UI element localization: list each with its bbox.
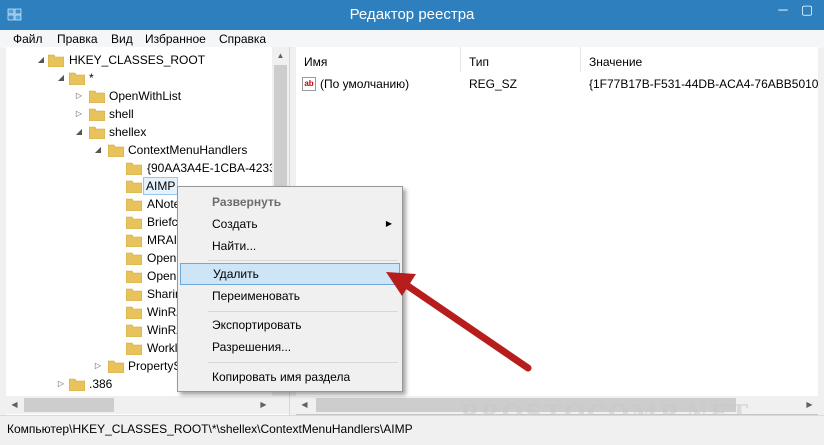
tree-label: ContextMenuHandlers <box>128 143 248 157</box>
tree-node-contextmenuhandlers[interactable]: ◢ ContextMenuHandlers <box>6 141 276 159</box>
tree-node-guid[interactable]: {90AA3A4E-1CBA-4233- <box>6 159 280 177</box>
menu-file[interactable]: Файл <box>13 31 43 47</box>
scroll-right-arrow-icon[interactable]: ▶ <box>801 396 818 414</box>
menu-help[interactable]: Справка <box>219 31 266 47</box>
menu-item-copy-key-name[interactable]: Копировать имя раздела <box>180 366 400 388</box>
submenu-arrow-icon: ▶ <box>385 219 392 228</box>
tree-label: MRAI <box>147 233 177 247</box>
value-data: {1F77B17B-F531-44DB-ACA4-76ABB5010A2 <box>589 77 818 91</box>
folder-icon <box>48 54 64 67</box>
folder-icon <box>126 252 142 265</box>
scroll-thumb[interactable] <box>24 398 114 412</box>
red-arrow-icon <box>386 272 532 372</box>
folder-icon <box>126 342 142 355</box>
menu-item-label: Создать <box>212 217 258 231</box>
column-header-type[interactable]: Тип <box>461 47 581 72</box>
folder-icon <box>126 306 142 319</box>
menu-separator <box>208 260 398 261</box>
menu-favorites[interactable]: Избранное <box>145 31 206 47</box>
tree-label: HKEY_CLASSES_ROOT <box>69 53 206 67</box>
window-title: Редактор реестра <box>349 6 475 23</box>
menu-item-rename[interactable]: Переименовать <box>180 285 400 307</box>
maximize-button[interactable]: ▢ <box>796 0 818 21</box>
folder-icon <box>126 270 142 283</box>
status-path: Компьютер\HKEY_CLASSES_ROOT\*\shellex\Co… <box>7 422 413 436</box>
folder-icon <box>126 216 142 229</box>
minimize-button[interactable]: ─ <box>770 0 796 21</box>
menu-separator <box>208 311 398 312</box>
menu-item-create[interactable]: Создать ▶ <box>180 213 400 235</box>
folder-icon <box>126 234 142 247</box>
scroll-right-arrow-icon[interactable]: ▶ <box>255 396 272 414</box>
menu-item-permissions[interactable]: Разрешения... <box>180 336 400 358</box>
title-bar: Редактор реестра ─ ▢ <box>0 0 824 30</box>
menu-item-delete[interactable]: Удалить <box>180 263 400 285</box>
folder-icon <box>69 378 85 391</box>
tree-label: .386 <box>89 377 113 391</box>
folder-icon <box>126 162 142 175</box>
tree-label: shellex <box>109 125 147 139</box>
folder-icon <box>89 90 105 103</box>
tree-node-star[interactable]: ◢ * <box>6 69 276 87</box>
folder-icon <box>126 324 142 337</box>
expand-icon[interactable]: ▷ <box>93 357 103 375</box>
menu-separator <box>208 362 398 363</box>
status-bar: Компьютер\HKEY_CLASSES_ROOT\*\shellex\Co… <box>0 415 824 445</box>
tree-label: OpenWithList <box>109 89 182 103</box>
tree-label: PropertyS <box>128 359 182 373</box>
collapse-icon[interactable]: ◢ <box>74 123 84 141</box>
tree-label: Briefc <box>147 215 178 229</box>
scroll-up-arrow-icon[interactable]: ▲ <box>272 47 289 64</box>
collapse-icon[interactable]: ◢ <box>56 69 66 87</box>
expand-icon[interactable]: ▷ <box>74 87 84 105</box>
tree-label-selected: AIMP <box>143 177 179 195</box>
menu-view[interactable]: Вид <box>111 31 133 47</box>
tree-horizontal-scrollbar[interactable]: ◀ ▶ <box>6 396 272 414</box>
value-type: REG_SZ <box>469 77 518 91</box>
table-row[interactable]: (По умолчанию) REG_SZ {1F77B17B-F531-44D… <box>296 75 818 93</box>
tree-label: Workl <box>147 341 178 355</box>
menu-item-find[interactable]: Найти... <box>180 235 400 257</box>
tree-label: Open <box>147 251 177 265</box>
tree-node-shell[interactable]: ▷ shell <box>6 105 276 123</box>
tree-label: {90AA3A4E-1CBA-4233- <box>147 161 280 175</box>
tree-label: Open <box>147 269 177 283</box>
expand-icon[interactable]: ▷ <box>74 105 84 123</box>
column-header-value[interactable]: Значение <box>581 47 818 72</box>
menu-item-export[interactable]: Экспортировать <box>180 314 400 336</box>
folder-icon <box>89 108 105 121</box>
scroll-corner <box>272 396 289 414</box>
tree-label: shell <box>109 107 134 121</box>
column-header-name[interactable]: Имя <box>296 47 461 72</box>
value-name: (По умолчанию) <box>320 77 410 91</box>
folder-icon <box>126 198 142 211</box>
menu-edit[interactable]: Правка <box>57 31 98 47</box>
folder-icon <box>108 144 124 157</box>
folder-icon <box>108 360 124 373</box>
tree-label: * <box>89 71 94 85</box>
tree-node-openwithlist[interactable]: ▷ OpenWithList <box>6 87 276 105</box>
folder-icon <box>126 288 142 301</box>
tree-node-hkcr[interactable]: ◢ HKEY_CLASSES_ROOT <box>6 51 276 69</box>
context-menu: Развернуть Создать ▶ Найти... Удалить Пе… <box>177 186 403 392</box>
tree-node-shellex[interactable]: ◢ shellex <box>6 123 276 141</box>
expand-icon[interactable]: ▷ <box>56 375 66 393</box>
menu-bar: Файл Правка Вид Избранное Справка <box>0 30 824 48</box>
collapse-icon[interactable]: ◢ <box>36 51 46 69</box>
menu-item-expand[interactable]: Развернуть <box>180 191 400 213</box>
folder-icon <box>89 126 105 139</box>
collapse-icon[interactable]: ◢ <box>93 141 103 159</box>
scroll-left-arrow-icon[interactable]: ◀ <box>296 396 313 414</box>
scroll-left-arrow-icon[interactable]: ◀ <box>6 396 23 414</box>
folder-icon <box>69 72 85 85</box>
folder-icon <box>126 180 142 193</box>
